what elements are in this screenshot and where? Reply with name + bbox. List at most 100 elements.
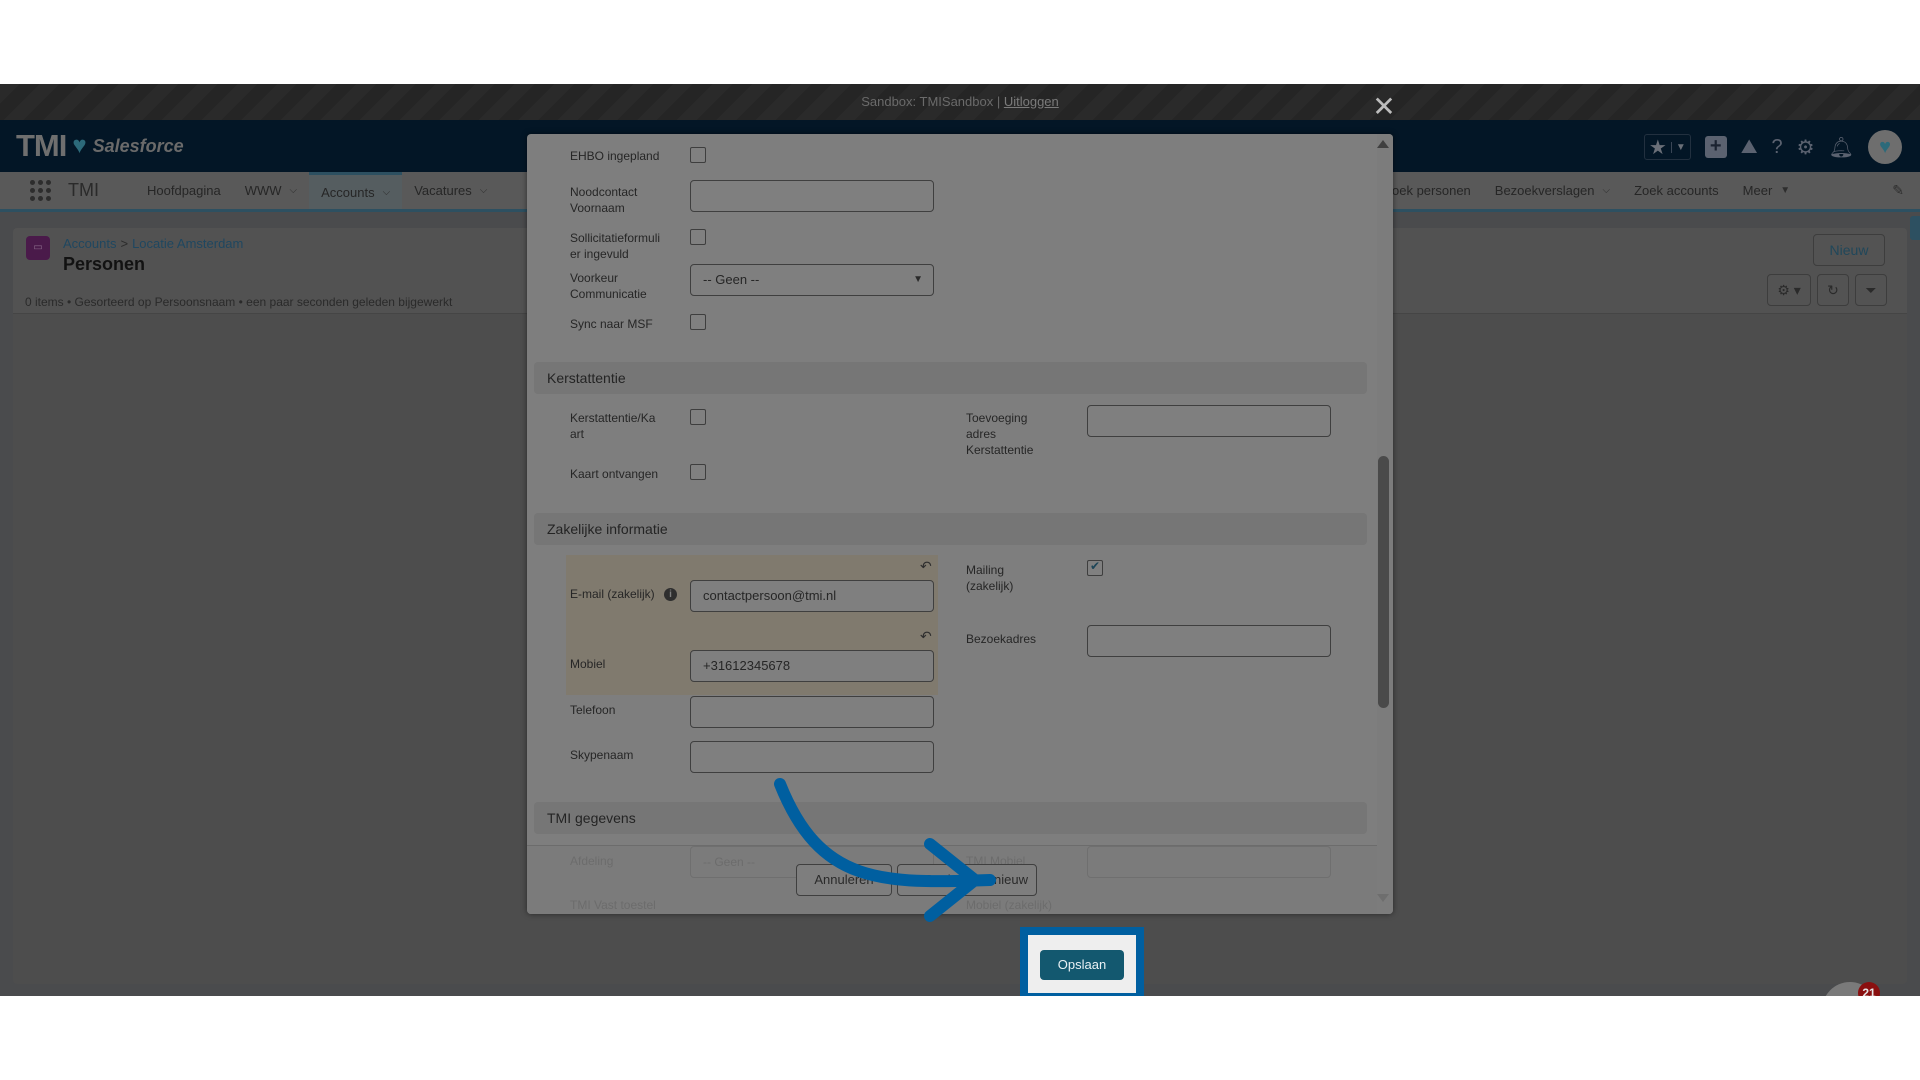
chevron-down-icon[interactable]: ⌵ xyxy=(383,187,391,198)
info-icon[interactable]: i xyxy=(664,588,677,601)
voorkeur-communicatie-select[interactable]: -- Geen -- ▼ xyxy=(690,264,934,296)
new-button[interactable]: Nieuw xyxy=(1813,234,1885,266)
nav-item-zoek-personen[interactable]: oek personen xyxy=(1380,172,1483,209)
section-header-kerstattentie[interactable]: Kerstattentie xyxy=(534,362,1367,394)
modal-footer: Afdeling -- Geen -- TMI Vast toestel TMI… xyxy=(527,845,1377,914)
chevron-down-icon[interactable]: ⌵ xyxy=(290,185,298,196)
nav-item-vacatures[interactable]: Vacatures ⌵ xyxy=(402,172,499,209)
field-label: Mobiel xyxy=(570,657,606,671)
save-and-new-button[interactable]: Opslaan en nieuw xyxy=(897,864,1037,896)
trailhead-icon[interactable]: ⛰ xyxy=(1741,136,1758,159)
select-value: -- Geen -- xyxy=(703,272,760,287)
skypenaam-input[interactable] xyxy=(690,741,934,773)
bell-icon[interactable]: 🔔︎ xyxy=(1829,135,1854,160)
cancel-button[interactable]: Annuleren xyxy=(796,864,892,896)
ghost-afdeling-label: Afdeling xyxy=(570,854,614,868)
refresh-icon: ↻ xyxy=(1827,282,1839,298)
email-zakelijk-input[interactable]: contactpersoon@tmi.nl xyxy=(690,580,934,612)
notification-badge: 21 xyxy=(1858,982,1880,996)
section-header-zakelijke-informatie[interactable]: Zakelijke informatie xyxy=(534,513,1367,545)
breadcrumb-accounts[interactable]: Accounts xyxy=(63,236,116,251)
favorites-group: ★ ▼ xyxy=(1643,134,1691,160)
breadcrumb: Accounts > Locatie Amsterdam xyxy=(63,236,243,251)
settings-icon[interactable]: ⚙ xyxy=(1797,135,1815,160)
heart-plus-icon: ♥ xyxy=(72,132,87,159)
modal-scrollbar[interactable] xyxy=(1377,134,1393,914)
edit-nav-icon[interactable]: ✎ xyxy=(1892,182,1904,199)
nav-item-label: Meer xyxy=(1742,183,1773,198)
caret-down-icon[interactable]: ▼ xyxy=(1780,185,1790,196)
mailing-zakelijk-checkbox[interactable] xyxy=(1087,559,1103,576)
add-icon[interactable]: + xyxy=(1704,136,1727,158)
logo-text: TMI xyxy=(16,128,67,163)
nav-item-label: Hoofdpagina xyxy=(147,183,221,198)
ghost-vast-label: TMI Vast toestel xyxy=(570,898,656,912)
modal-body: EHBO ingepland Noodcontact Voornaam Soll… xyxy=(527,134,1377,845)
list-settings-button[interactable]: ⚙ ▾ xyxy=(1767,274,1811,306)
refresh-button[interactable]: ↻ xyxy=(1817,274,1849,306)
kerstattentie-checkbox[interactable] xyxy=(690,409,706,425)
nav-item-zoek-accounts[interactable]: Zoek accounts xyxy=(1622,172,1731,209)
help-icon[interactable]: ? xyxy=(1772,136,1783,159)
bezoekadres-input[interactable] xyxy=(1087,625,1331,657)
sync-msf-checkbox[interactable] xyxy=(690,314,706,330)
tmi-quick-action-button[interactable]: ♥ + 21 xyxy=(1822,982,1880,996)
star-icon[interactable]: ★ xyxy=(1645,135,1671,160)
app-launcher-icon[interactable] xyxy=(30,179,52,202)
screen: Sandbox: TMISandbox | Uitloggen TMI ♥ Sa… xyxy=(0,84,1920,996)
breadcrumb-locatie[interactable]: Locatie Amsterdam xyxy=(132,236,243,251)
section-header-tmi-gegevens[interactable]: TMI gegevens xyxy=(534,802,1367,834)
nav-item-www[interactable]: WWW ⌵ xyxy=(233,172,309,209)
list-status: 0 items • Gesorteerd op Persoonsnaam • e… xyxy=(25,295,453,309)
field-label: Bezoekadres xyxy=(966,632,1037,646)
page-title: Personen xyxy=(63,254,146,274)
toevoeging-adres-input[interactable] xyxy=(1087,405,1331,437)
undo-icon[interactable]: ↶ xyxy=(920,628,932,645)
nav-item-label: WWW xyxy=(244,183,282,198)
sandbox-bar: Sandbox: TMISandbox | Uitloggen xyxy=(0,84,1920,120)
chevron-down-icon[interactable]: ▼ xyxy=(1670,141,1690,153)
telefoon-input[interactable] xyxy=(690,696,934,728)
field-label: Toevoeging adres Kerstattentie xyxy=(966,411,1034,457)
logo-product: Salesforce xyxy=(92,135,184,156)
ehbo-checkbox[interactable] xyxy=(690,147,706,163)
avatar[interactable]: ♥ xyxy=(1868,130,1902,164)
field-label: E-mail (zakelijk) xyxy=(570,587,655,601)
nav-item-label: Zoek accounts xyxy=(1634,183,1719,198)
field-label: Mailing (zakelijk) xyxy=(966,563,1014,593)
ghost-select-value: -- Geen -- xyxy=(703,855,756,869)
kaart-ontvangen-checkbox[interactable] xyxy=(690,464,706,480)
close-modal-icon[interactable]: ✕ xyxy=(1372,93,1396,121)
field-label: Telefoon xyxy=(570,703,616,717)
scroll-up-icon[interactable] xyxy=(1377,140,1389,148)
filter-button[interactable]: ⏷ xyxy=(1855,274,1887,306)
chevron-down-icon[interactable]: ⌵ xyxy=(480,185,488,196)
utility-panel-toggle[interactable] xyxy=(1910,216,1920,240)
nav-item-accounts[interactable]: Accounts ⌵ xyxy=(309,172,403,209)
field-label: Kerstattentie/Kaart xyxy=(570,411,656,441)
heart-icon: ♥ xyxy=(1830,988,1854,996)
scroll-down-icon[interactable] xyxy=(1377,894,1389,902)
undo-icon[interactable]: ↶ xyxy=(920,558,932,575)
nav-item-hoofdpagina[interactable]: Hoofdpagina xyxy=(135,172,233,209)
breadcrumb-separator: > xyxy=(120,236,129,251)
edit-record-modal: EHBO ingepland Noodcontact Voornaam Soll… xyxy=(527,134,1393,914)
sandbox-label: Sandbox: TMISandbox | xyxy=(861,94,1001,109)
noodcontact-voornaam-input[interactable] xyxy=(690,180,934,212)
sollicitatieformulier-checkbox[interactable] xyxy=(690,229,706,245)
nav-item-meer[interactable]: Meer ▼ xyxy=(1731,172,1803,209)
mobiel-input[interactable]: +31612345678 xyxy=(690,650,934,682)
nav-item-bezoekverslagen[interactable]: Bezoekverslagen ⌵ xyxy=(1483,172,1622,209)
ghost-mobiel-zakelijk-label: Mobiel (zakelijk) xyxy=(966,898,1053,912)
field-label: Voorkeur Communicatie xyxy=(570,271,647,301)
field-label: Kaart ontvangen xyxy=(570,467,659,481)
field-label: Sollicitatieformulier ingevuld xyxy=(570,231,661,261)
caret-down-icon: ▼ xyxy=(913,274,923,285)
header-actions: ★ ▼ + ⛰ ? ⚙ 🔔︎ ♥ xyxy=(1643,130,1902,164)
logout-link[interactable]: Uitloggen xyxy=(1004,94,1059,109)
save-button[interactable]: Opslaan xyxy=(1040,950,1124,980)
logo[interactable]: TMI ♥ Salesforce xyxy=(16,128,184,164)
chevron-down-icon[interactable]: ⌵ xyxy=(1603,185,1611,196)
nav-item-label: oek personen xyxy=(1392,183,1471,198)
scrollbar-thumb[interactable] xyxy=(1378,456,1389,708)
